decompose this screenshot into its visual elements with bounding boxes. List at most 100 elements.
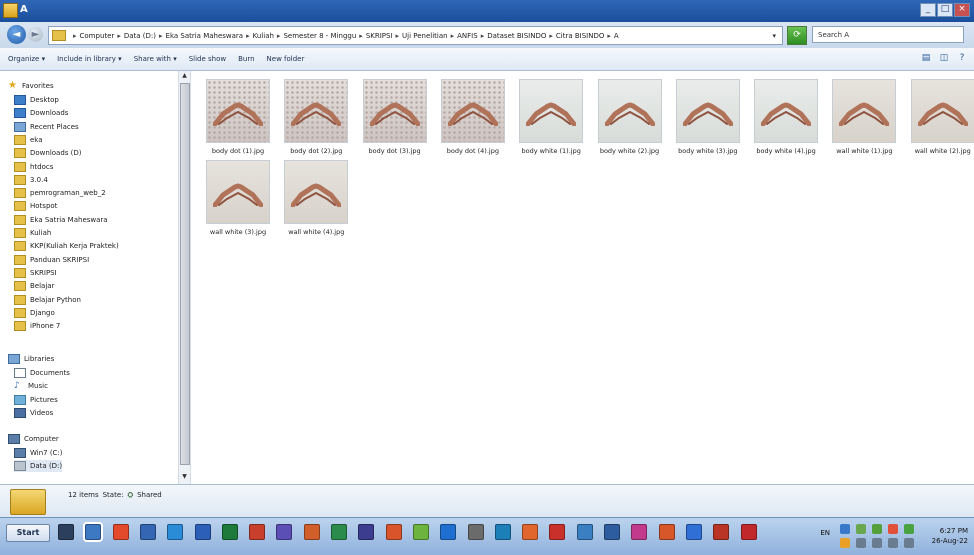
breadcrumb-separator-icon[interactable]: ▸ — [396, 32, 400, 40]
taskbar-app-icon[interactable] — [249, 524, 266, 540]
chevron-down-icon[interactable]: ▾ — [772, 32, 776, 40]
taskbar-app-icon[interactable] — [194, 524, 211, 540]
view-options-icon[interactable]: ▤ — [920, 52, 932, 64]
tray-icon[interactable] — [856, 524, 866, 534]
language-indicator[interactable]: EN — [820, 529, 830, 537]
breadcrumb-item[interactable]: Citra BISINDO — [556, 32, 604, 40]
breadcrumb-item[interactable]: A — [614, 32, 619, 40]
scroll-down-icon[interactable]: ▼ — [180, 473, 189, 483]
file-item[interactable]: body dot (1).jpg — [199, 79, 277, 155]
taskbar-app-icon[interactable] — [412, 524, 429, 540]
breadcrumb-separator-icon[interactable]: ▸ — [481, 32, 485, 40]
sidebar-item[interactable]: Django — [14, 307, 55, 319]
taskbar-app-icon[interactable] — [740, 524, 757, 540]
file-item[interactable]: body white (3).jpg — [669, 79, 747, 155]
tray-icon[interactable] — [904, 524, 914, 534]
taskbar-app-icon[interactable] — [685, 524, 702, 540]
breadcrumb-separator-icon[interactable]: ▸ — [607, 32, 611, 40]
sidebar-item[interactable]: Desktop — [14, 94, 59, 106]
taskbar-app-icon[interactable] — [385, 524, 402, 540]
taskbar-app-icon[interactable] — [549, 524, 566, 540]
breadcrumb-item[interactable]: Data (D:) — [124, 32, 156, 40]
taskbar-app-icon[interactable] — [440, 524, 457, 540]
taskbar-app-icon[interactable] — [85, 524, 102, 540]
taskbar-app-icon[interactable] — [658, 524, 675, 540]
clock[interactable]: 6:27 PM 26-Aug-22 — [924, 526, 968, 546]
sidebar-item[interactable]: Hotspot — [14, 200, 57, 212]
forward-button[interactable]: ► — [28, 27, 43, 42]
sidebar-item[interactable]: ♪ Music — [14, 380, 48, 392]
taskbar-app-icon[interactable] — [467, 524, 484, 540]
sidebar-item[interactable]: Computer — [8, 433, 59, 445]
start-button[interactable]: Start — [6, 524, 50, 542]
file-item[interactable]: body white (1).jpg — [512, 79, 590, 155]
sidebar-item[interactable]: 3.0.4 — [14, 174, 48, 186]
refresh-button[interactable]: ⟳ — [787, 26, 807, 45]
tray-icon[interactable] — [872, 538, 882, 548]
sidebar-item[interactable]: Recent Places — [14, 121, 79, 133]
burn-button[interactable]: Burn — [238, 55, 254, 63]
scroll-thumb[interactable] — [180, 83, 190, 465]
breadcrumb-separator-icon[interactable]: ▸ — [451, 32, 455, 40]
taskbar-app-icon[interactable] — [522, 524, 539, 540]
breadcrumb-item[interactable]: Computer — [80, 32, 115, 40]
breadcrumb-item[interactable]: Uji Penelitian — [402, 32, 448, 40]
taskbar-app-icon[interactable] — [631, 524, 648, 540]
taskbar-app-icon[interactable] — [139, 524, 156, 540]
sidebar-item[interactable]: eka — [14, 134, 43, 146]
tray-icon[interactable] — [904, 538, 914, 548]
breadcrumb-item[interactable]: ANFIS — [457, 32, 478, 40]
include-in-library-button[interactable]: Include in library ▾ — [57, 55, 122, 63]
address-bar[interactable]: ▸ Computer ▸ Data (D:) ▸ Eka Satria Maheswara… — [48, 26, 783, 45]
tray-icon[interactable] — [872, 524, 882, 534]
breadcrumb-separator-icon[interactable]: ▸ — [117, 32, 121, 40]
sidebar-item[interactable]: Pictures — [14, 394, 58, 406]
search-input[interactable]: Search A — [812, 26, 964, 43]
scroll-up-icon[interactable]: ▲ — [180, 72, 189, 82]
tray-icon[interactable] — [840, 524, 850, 534]
sidebar-item[interactable]: Panduan SKRIPSI — [14, 254, 89, 266]
breadcrumb-item[interactable]: Kuliah — [253, 32, 274, 40]
file-item[interactable]: body dot (4).jpg — [434, 79, 512, 155]
sidebar-item[interactable]: Belajar — [14, 280, 54, 292]
tray-icon[interactable] — [856, 538, 866, 548]
sidebar-item[interactable]: Belajar Python — [14, 294, 81, 306]
breadcrumb-separator-icon[interactable]: ▸ — [73, 32, 77, 40]
taskbar-app-icon[interactable] — [604, 524, 620, 540]
file-item[interactable]: wall white (1).jpg — [825, 79, 903, 155]
taskbar-app-icon[interactable] — [112, 524, 129, 540]
breadcrumb-separator-icon[interactable]: ▸ — [159, 32, 163, 40]
sidebar-item[interactable]: htdocs — [14, 161, 53, 173]
back-button[interactable]: ◄ — [7, 25, 26, 44]
sidebar-item[interactable]: Downloads — [14, 107, 68, 119]
close-button[interactable]: × — [954, 3, 970, 17]
sidebar-item[interactable]: KKP(Kuliah Kerja Praktek) — [14, 240, 119, 252]
tray-icon[interactable] — [840, 538, 850, 548]
breadcrumb-item[interactable]: SKRIPSI — [366, 32, 393, 40]
sidebar-item[interactable]: Eka Satria Maheswara — [14, 214, 108, 226]
file-item[interactable]: body white (4).jpg — [747, 79, 825, 155]
sidebar-item[interactable]: Kuliah — [14, 227, 51, 239]
file-item[interactable]: body dot (3).jpg — [356, 79, 434, 155]
file-item[interactable]: body white (2).jpg — [591, 79, 669, 155]
file-item[interactable]: wall white (2).jpg — [904, 79, 974, 155]
sidebar-item[interactable]: pemrograman_web_2 — [14, 187, 106, 199]
taskbar-app-icon[interactable] — [276, 524, 293, 540]
breadcrumb-separator-icon[interactable]: ▸ — [359, 32, 363, 40]
taskbar-app-icon[interactable] — [713, 524, 730, 540]
breadcrumb-item[interactable]: Semester 8 - Minggu — [283, 32, 356, 40]
taskbar-app-icon[interactable] — [576, 524, 593, 540]
new-folder-button[interactable]: New folder — [267, 55, 305, 63]
sidebar-item[interactable]: Documents — [14, 367, 70, 379]
taskbar-app-icon[interactable] — [221, 524, 238, 540]
minimize-button[interactable]: _ — [920, 3, 936, 17]
taskbar-app-icon[interactable] — [494, 524, 511, 540]
sidebar-item[interactable]: iPhone 7 — [14, 320, 60, 332]
sidebar-item[interactable]: SKRIPSI — [14, 267, 57, 279]
breadcrumb-separator-icon[interactable]: ▸ — [549, 32, 553, 40]
sidebar-item[interactable]: Libraries — [8, 353, 54, 365]
sidebar-item[interactable]: ★ Favorites — [8, 80, 54, 92]
sidebar-scrollbar[interactable]: ▲ ▼ — [178, 71, 190, 484]
share-with-button[interactable]: Share with ▾ — [134, 55, 177, 63]
taskbar-app-icon[interactable] — [167, 524, 184, 540]
